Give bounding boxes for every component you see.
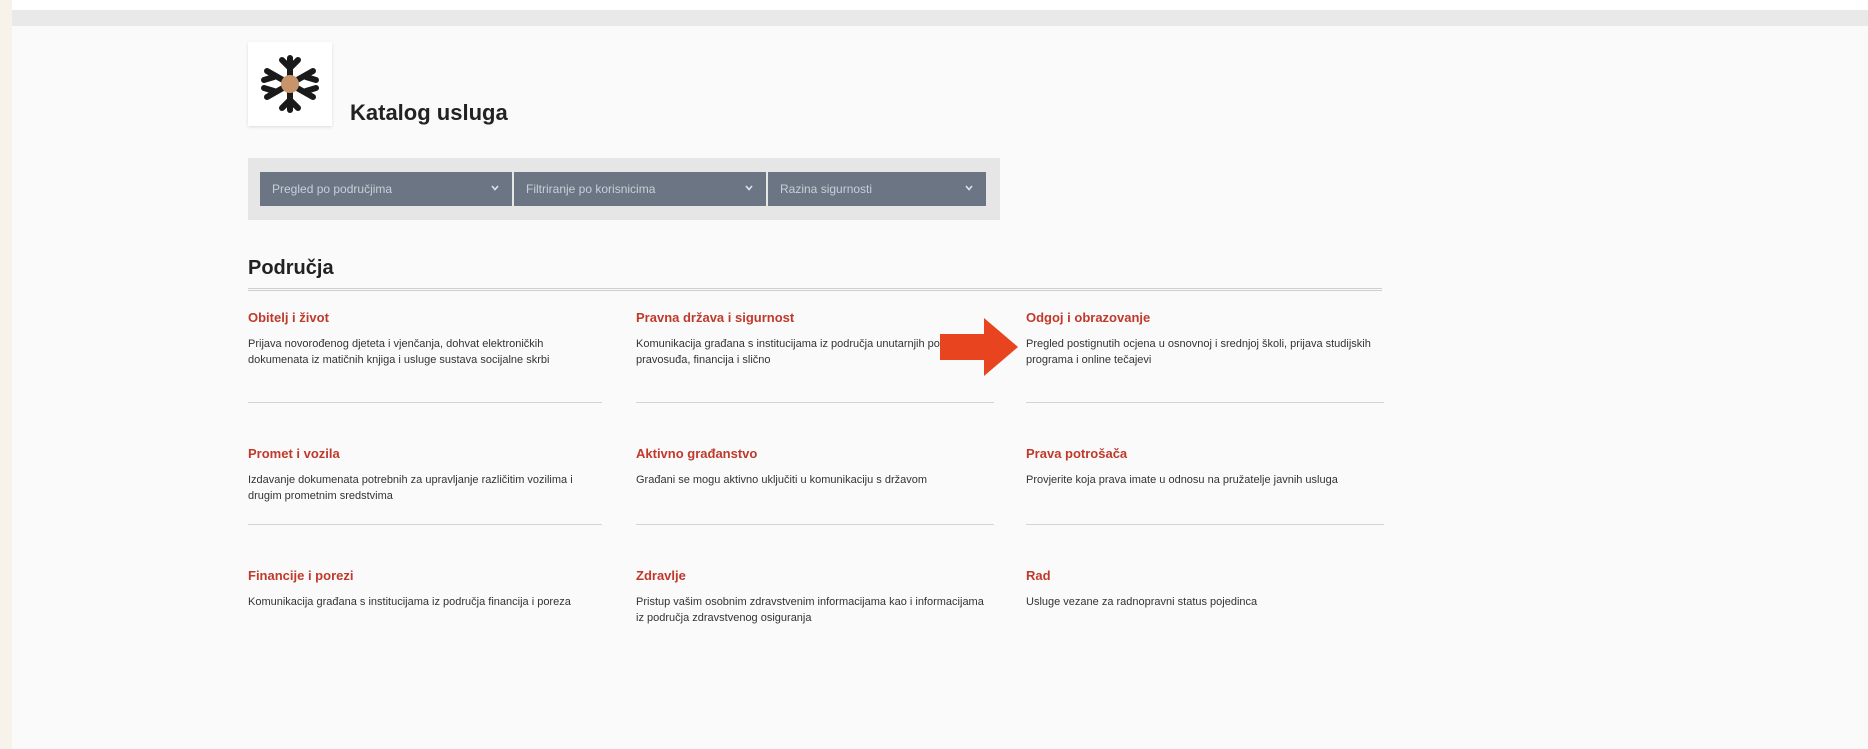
category-description: Pregled postignutih ocjena u osnovnoj i … [1026, 338, 1371, 366]
card-divider [1026, 402, 1384, 403]
category-description: Pristup vašim osobnim zdravstvenim infor… [636, 596, 984, 624]
page: Katalog usluga Pregled po područjima Fil… [12, 26, 1868, 749]
category-card-rule-of-law: Pravna država i sigurnost Komunikacija g… [636, 310, 992, 368]
section-heading: Područja [248, 257, 334, 279]
category-description: Građani se mogu aktivno uključiti u komu… [636, 474, 928, 486]
category-card-work: Rad Usluge vezane za radnopravni status … [1026, 568, 1382, 610]
card-divider [1026, 524, 1384, 525]
card-divider [248, 524, 602, 525]
category-card-active-citizenship: Aktivno građanstvo Građani se mogu aktiv… [636, 446, 992, 488]
chevron-down-icon [491, 185, 499, 191]
filter-bar: Pregled po područjima Filtriranje po kor… [248, 158, 1000, 220]
chevron-down-icon [965, 185, 973, 191]
card-divider [636, 402, 994, 403]
card-divider [636, 524, 994, 525]
page-title: Katalog usluga [350, 100, 508, 125]
filter-by-area-label: Pregled po područjima [272, 182, 393, 196]
security-level-dropdown[interactable]: Razina sigurnosti [768, 172, 986, 206]
top-bar [12, 10, 1868, 26]
category-description: Provjerite koja prava imate u odnosu na … [1026, 474, 1338, 486]
chevron-down-icon [745, 185, 753, 191]
section-divider [248, 288, 1382, 291]
category-card-consumer-rights: Prava potrošača Provjerite koja prava im… [1026, 446, 1382, 488]
left-margin-strip [0, 0, 12, 749]
filter-by-users-label: Filtriranje po korisnicima [526, 182, 656, 196]
snowflake-logo-icon [261, 55, 319, 113]
filter-by-users-dropdown[interactable]: Filtriranje po korisnicima [514, 172, 766, 206]
category-description: Komunikacija građana s institucijama iz … [636, 338, 969, 366]
category-card-health: Zdravlje Pristup vašim osobnim zdravstve… [636, 568, 992, 626]
category-link-family-life[interactable]: Obitelj i život [248, 310, 604, 326]
category-link-active-citizenship[interactable]: Aktivno građanstvo [636, 446, 992, 462]
red-arrow-icon [940, 318, 1018, 376]
logo[interactable] [248, 42, 332, 126]
category-link-consumer-rights[interactable]: Prava potrošača [1026, 446, 1382, 462]
category-description: Komunikacija građana s institucijama iz … [248, 596, 571, 608]
category-card-finance-taxes: Financije i porezi Komunikacija građana … [248, 568, 604, 610]
category-link-transport[interactable]: Promet i vozila [248, 446, 604, 462]
category-description: Izdavanje dokumenata potrebnih za upravl… [248, 474, 573, 502]
category-link-health[interactable]: Zdravlje [636, 568, 992, 584]
category-card-education: Odgoj i obrazovanje Pregled postignutih … [1026, 310, 1382, 368]
category-link-rule-of-law[interactable]: Pravna država i sigurnost [636, 310, 992, 326]
category-description: Usluge vezane za radnopravni status poje… [1026, 596, 1258, 608]
card-divider [248, 402, 602, 403]
filter-by-area-dropdown[interactable]: Pregled po područjima [260, 172, 512, 206]
category-card-family-life: Obitelj i život Prijava novorođenog djet… [248, 310, 604, 368]
category-link-finance-taxes[interactable]: Financije i porezi [248, 568, 604, 584]
category-link-work[interactable]: Rad [1026, 568, 1382, 584]
category-link-education[interactable]: Odgoj i obrazovanje [1026, 310, 1382, 326]
security-level-label: Razina sigurnosti [780, 182, 873, 196]
category-card-transport: Promet i vozila Izdavanje dokumenata pot… [248, 446, 604, 504]
category-description: Prijava novorođenog djeteta i vjenčanja,… [248, 338, 550, 366]
